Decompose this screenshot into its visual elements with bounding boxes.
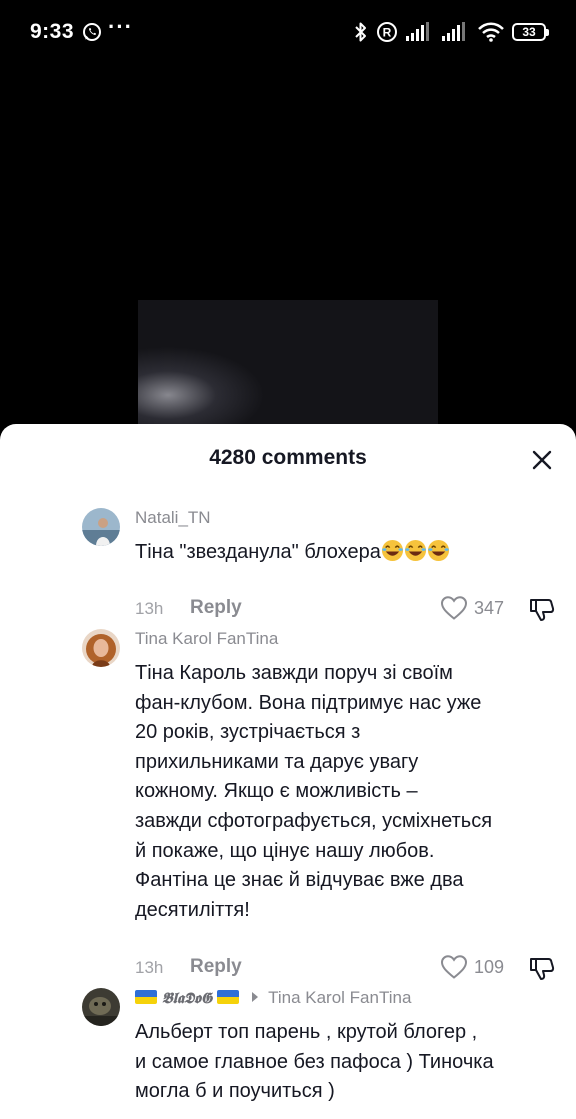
comment-text-line: й покаже, що цінує нашу любов. <box>135 839 435 862</box>
comment-text-line: Альберт топ парень , крутой блогер , <box>135 1021 478 1043</box>
comment-text-line: прихильниками та дарує увагу <box>135 750 419 773</box>
comment-text-line: фан-клубом. Вона підтримує нас уже <box>135 691 482 714</box>
comment-text: Тіна Кароль завжди поруч зі своїм фан-кл… <box>135 659 560 925</box>
laughing-emoji-icon <box>427 539 449 562</box>
comment-text-line: 20 років, зустрічається з <box>135 721 361 744</box>
comment-meta: 13h Reply 109 <box>135 954 560 982</box>
ukraine-flag-icon <box>216 990 239 1004</box>
ukraine-flag-icon <box>135 990 157 1004</box>
wifi-icon <box>478 22 504 42</box>
close-icon[interactable] <box>530 448 554 472</box>
avatar[interactable] <box>82 988 120 1026</box>
comment-author-line: 𝕭𝖑𝖆𝕯𝖔𝕲 Tina Karol FanTina <box>135 988 411 1008</box>
reply-arrow-icon <box>251 992 258 1002</box>
dislike-icon[interactable] <box>528 954 556 982</box>
comment-text: Тіна "звезданула" блохера😂😂😂 <box>135 538 560 568</box>
comment-item: Natali_TN Тіна "звезданула" блохера😂😂😂 1… <box>0 508 576 621</box>
comment-text-line: и самое главное без пафоса ) Тиночка <box>135 1050 494 1073</box>
status-icons: R 33 <box>354 20 549 44</box>
comment-text-line: могла б и поучиться ) <box>135 1080 335 1103</box>
comment-item: Tina Karol FanTina Тіна Кароль завжди по… <box>0 629 576 980</box>
comments-sheet: 4280 comments Natali_TN Тіна "звезданула… <box>0 424 576 1119</box>
heart-icon <box>440 955 468 979</box>
avatar[interactable] <box>82 629 120 667</box>
reply-to-author[interactable]: Tina Karol FanTina <box>268 988 411 1007</box>
comment-text: Альберт топ парень , крутой блогер , и с… <box>135 1018 560 1107</box>
comments-count-title: 4280 comments <box>209 446 367 469</box>
comment-author[interactable]: 𝕭𝖑𝖆𝕯𝖔𝕲 <box>162 989 212 1007</box>
laughing-emoji-icon <box>381 539 403 562</box>
comment-time: 13h <box>135 958 164 977</box>
comment-text-line: Фантіна це знає й відчуває вже два <box>135 869 464 892</box>
signal-icon-2 <box>442 22 465 41</box>
status-bar: 9:33 ··· R 33 <box>0 0 576 64</box>
avatar-image <box>82 988 120 1026</box>
status-time: 9:33 <box>30 20 75 43</box>
comment-author[interactable]: Natali_TN <box>135 508 211 528</box>
more-notifications-icon: ··· <box>108 14 133 39</box>
like-button[interactable]: 347 <box>440 595 504 621</box>
comment-time: 13h <box>135 599 164 618</box>
comment-text-line: десятиліття! <box>135 898 250 921</box>
like-count: 347 <box>474 597 505 618</box>
roaming-icon: R <box>377 22 397 42</box>
battery-icon: 33 <box>512 23 549 41</box>
signal-icon-1 <box>406 22 429 41</box>
like-count: 109 <box>474 956 505 977</box>
avatar-image <box>82 629 120 667</box>
comment-text-line: кожному. Якщо є можливість – <box>135 780 418 803</box>
whatsapp-icon <box>83 23 101 41</box>
comment-meta: 13h Reply 347 <box>135 595 560 623</box>
svg-text:R: R <box>383 26 392 40</box>
comment-text-line: Тіна "звезданула" блохера😂😂😂 <box>135 538 560 568</box>
dislike-icon[interactable] <box>528 595 556 623</box>
reply-button[interactable]: Reply <box>190 597 242 619</box>
heart-icon <box>440 596 468 620</box>
avatar[interactable] <box>82 508 120 546</box>
laughing-emoji-icon <box>404 539 426 562</box>
comment-author[interactable]: Tina Karol FanTina <box>135 629 278 649</box>
comment-text-line: завжди сфотографується, усміхнеться <box>135 809 493 832</box>
comment-text-content: Тіна "звезданула" блохера <box>135 541 381 563</box>
like-button[interactable]: 109 <box>440 954 504 980</box>
comment-text-line: Тіна Кароль завжди поруч зі своїм <box>135 662 453 684</box>
battery-level: 33 <box>522 25 536 39</box>
bluetooth-icon <box>355 22 366 42</box>
comment-item: 𝕭𝖑𝖆𝕯𝖔𝕲 Tina Karol FanTina Альберт топ па… <box>0 988 576 1119</box>
avatar-image <box>82 508 120 546</box>
reply-button[interactable]: Reply <box>190 956 242 978</box>
